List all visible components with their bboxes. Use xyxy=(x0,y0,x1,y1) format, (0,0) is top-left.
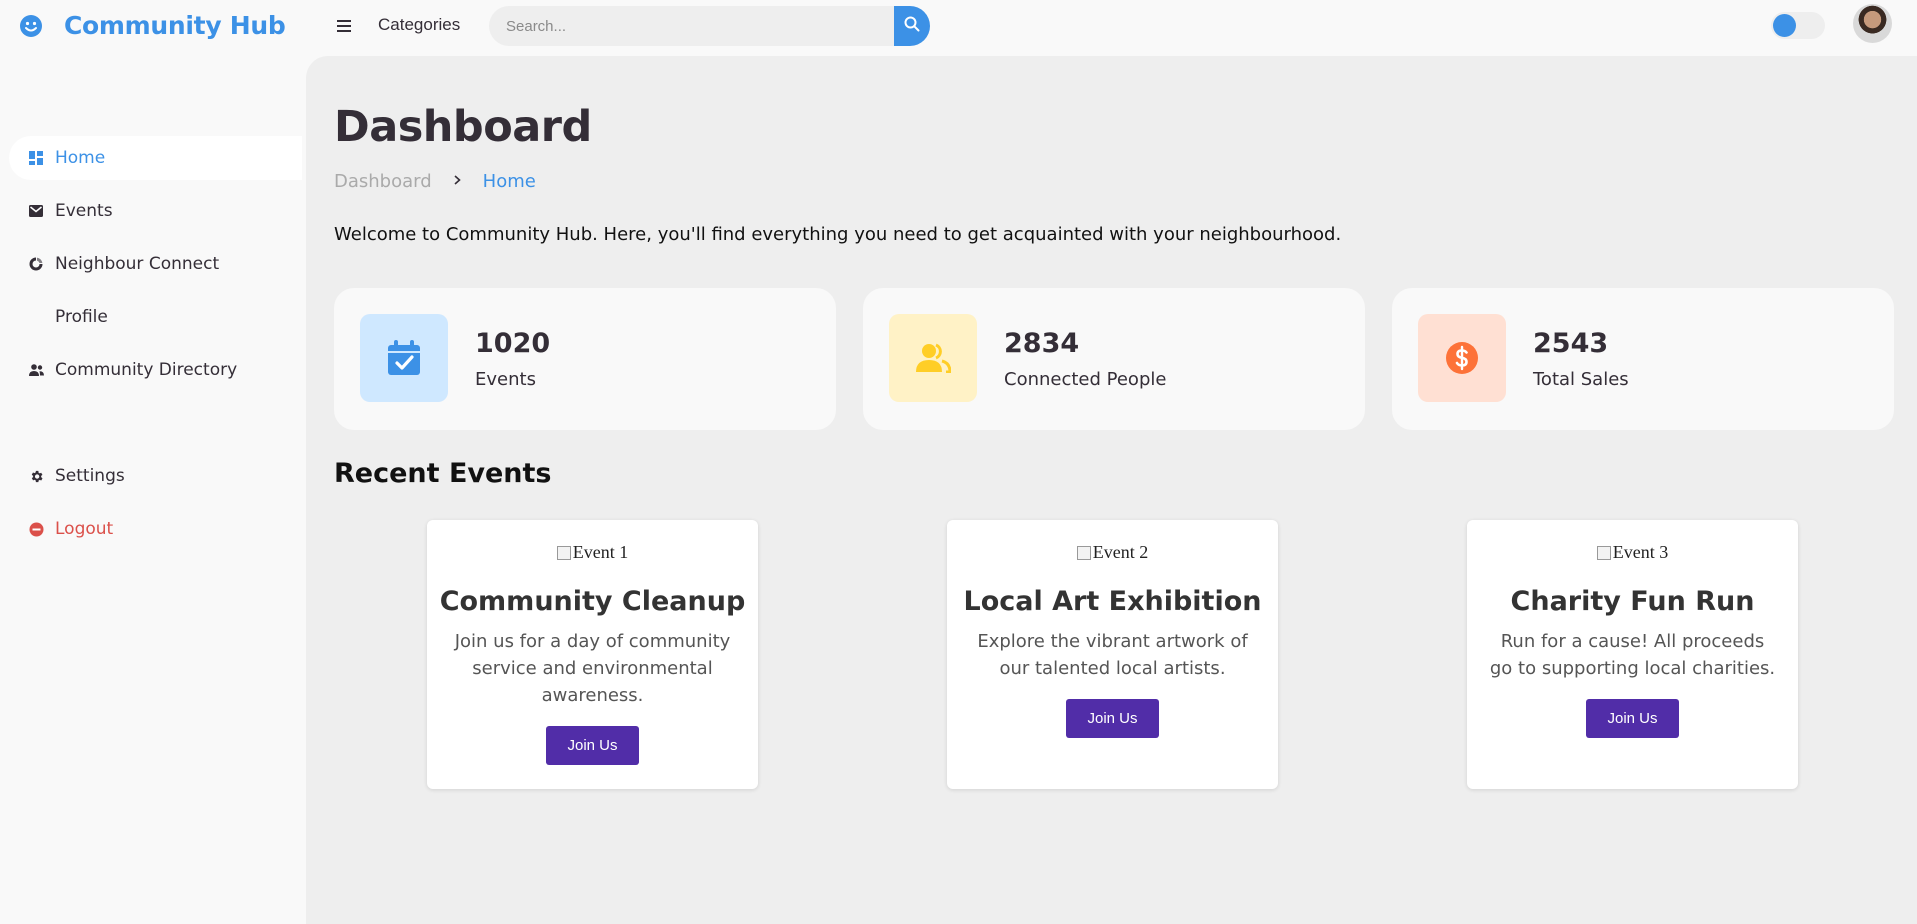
join-us-button[interactable]: Join Us xyxy=(1586,699,1679,738)
stat-card-connected-people: 2834 Connected People xyxy=(863,288,1365,430)
sidebar-item-label: Home xyxy=(55,148,106,168)
event-title: Charity Fun Run xyxy=(1510,586,1755,617)
stat-value: 1020 xyxy=(475,328,551,359)
event-card: Event 3 Charity Fun Run Run for a cause!… xyxy=(1467,520,1798,789)
gear-icon xyxy=(23,469,49,484)
mail-icon xyxy=(23,205,49,217)
brand-name: Community Hub xyxy=(64,11,286,40)
dollar-circle-icon xyxy=(1418,314,1506,402)
stat-label: Connected People xyxy=(1004,369,1167,390)
event-card: Event 1 Community Cleanup Join us for a … xyxy=(427,520,758,789)
event-image: Event 2 xyxy=(947,542,1278,563)
event-title: Community Cleanup xyxy=(439,586,746,617)
recent-events-title: Recent Events xyxy=(334,458,552,489)
broken-image-icon xyxy=(1596,546,1611,560)
event-card: Event 2 Local Art Exhibition Explore the… xyxy=(947,520,1278,789)
search-button[interactable] xyxy=(894,6,930,46)
toggle-knob xyxy=(1773,14,1796,37)
sidebar-item-community-directory[interactable]: Community Directory xyxy=(9,348,302,392)
event-title: Local Art Exhibition xyxy=(963,586,1262,617)
theme-toggle[interactable] xyxy=(1771,12,1825,39)
search-form xyxy=(489,6,930,46)
calendar-check-icon xyxy=(360,314,448,402)
sidebar-item-profile[interactable]: Profile xyxy=(9,295,302,339)
sidebar-item-neighbour-connect[interactable]: Neighbour Connect xyxy=(9,242,302,286)
logout-icon xyxy=(23,522,49,537)
sidebar-item-label: Events xyxy=(55,201,113,221)
chevron-right-icon xyxy=(454,174,461,189)
stat-label: Total Sales xyxy=(1533,369,1629,390)
sidebar-item-label: Neighbour Connect xyxy=(55,254,220,274)
sidebar-item-settings[interactable]: Settings xyxy=(9,454,302,498)
broken-image-icon xyxy=(556,546,571,560)
join-us-button[interactable]: Join Us xyxy=(1066,699,1159,738)
sidebar-item-events[interactable]: Events xyxy=(9,189,302,233)
categories-link[interactable]: Categories xyxy=(378,15,460,35)
stat-value: 2834 xyxy=(1004,328,1080,359)
top-navbar: Community Hub Categories xyxy=(0,0,1917,56)
stat-value: 2543 xyxy=(1533,328,1609,359)
event-image-alt: Event 3 xyxy=(1612,542,1669,562)
sidebar-item-home[interactable]: Home xyxy=(9,136,302,180)
sidebar-item-logout[interactable]: Logout xyxy=(9,507,302,551)
avatar[interactable] xyxy=(1853,4,1892,43)
event-description: Join us for a day of community service a… xyxy=(454,631,731,706)
event-description: Explore the vibrant artwork of our talen… xyxy=(977,631,1248,679)
sidebar-item-label: Settings xyxy=(55,466,125,486)
event-image-alt: Event 2 xyxy=(1092,542,1149,562)
breadcrumb-home[interactable]: Home xyxy=(483,171,536,192)
donut-chart-icon xyxy=(23,257,49,271)
event-image-alt: Event 1 xyxy=(572,542,629,562)
group-icon xyxy=(889,314,977,402)
sidebar-item-label: Community Directory xyxy=(55,360,238,380)
stat-card-events: 1020 Events xyxy=(334,288,836,430)
sidebar-item-label: Logout xyxy=(55,519,114,539)
sidebar: Home Events Neighbour Connect Profile Co… xyxy=(0,56,306,924)
stat-card-total-sales: 2543 Total Sales xyxy=(1392,288,1894,430)
search-icon xyxy=(904,16,920,37)
smiley-icon xyxy=(18,13,44,39)
event-image: Event 1 xyxy=(427,542,758,563)
breadcrumb: Dashboard Home xyxy=(334,171,536,192)
dashboard-icon xyxy=(23,151,49,165)
join-us-button[interactable]: Join Us xyxy=(546,726,639,765)
page-title: Dashboard xyxy=(334,102,592,152)
search-input[interactable] xyxy=(489,6,894,46)
breadcrumb-dashboard[interactable]: Dashboard xyxy=(334,171,432,192)
event-description: Run for a cause! All proceeds go to supp… xyxy=(1489,631,1776,679)
welcome-text: Welcome to Community Hub. Here, you'll f… xyxy=(334,224,1342,245)
stat-label: Events xyxy=(475,369,536,390)
people-icon xyxy=(23,364,49,376)
broken-image-icon xyxy=(1076,546,1091,560)
main-content: Dashboard Dashboard Home Welcome to Comm… xyxy=(306,56,1917,924)
event-image: Event 3 xyxy=(1467,542,1798,563)
sidebar-item-label: Profile xyxy=(55,307,108,327)
menu-icon[interactable] xyxy=(334,16,354,36)
brand[interactable]: Community Hub xyxy=(18,11,286,40)
